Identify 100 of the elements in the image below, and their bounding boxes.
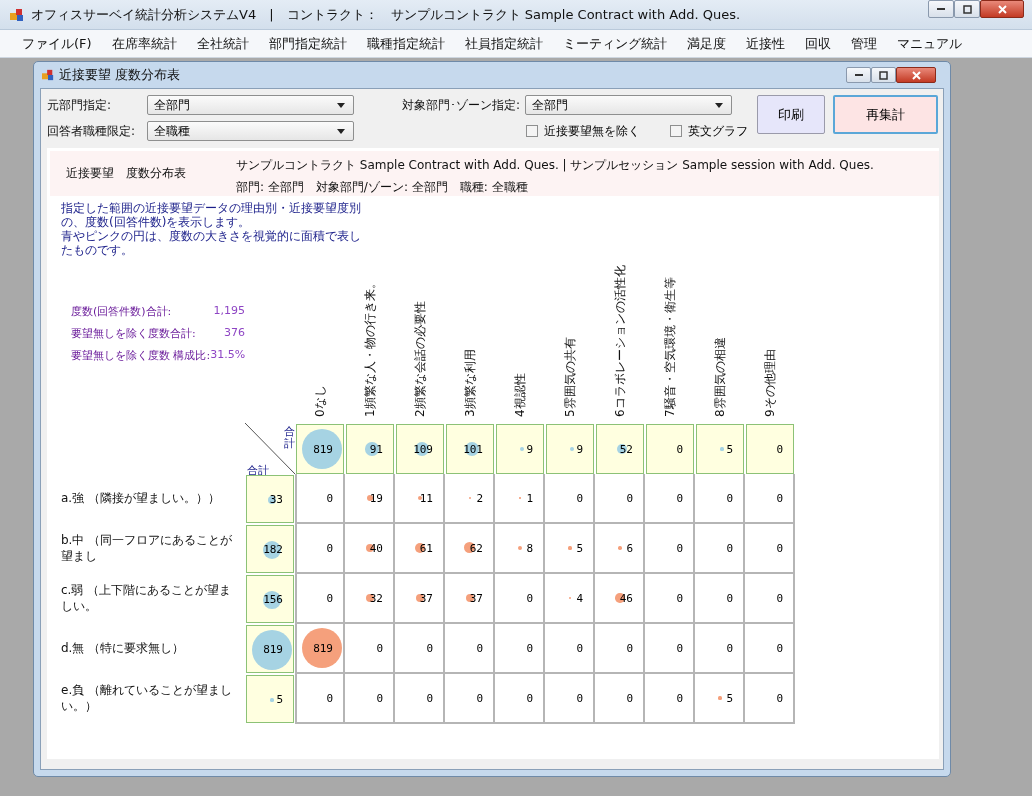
menu-item[interactable]: 満足度 (676, 32, 736, 55)
bubble (302, 429, 342, 469)
field-label: 回答者職種限定: (47, 122, 137, 140)
menu-item[interactable]: 部門指定統計 (258, 32, 357, 55)
close-button[interactable] (980, 0, 1024, 18)
stat-value: 1,195 (212, 304, 245, 319)
row-label: c.弱 （上下階にあることが望ましい。 (61, 582, 233, 615)
dropdown[interactable]: 全部門 (525, 95, 732, 115)
table-cell: 0 (445, 674, 495, 724)
bubble (414, 441, 430, 457)
close-icon (997, 4, 1007, 14)
table-cell: 0 (295, 674, 345, 724)
checkbox[interactable]: 近接要望無を除く (526, 122, 640, 140)
bubble (263, 591, 281, 609)
report-title: 近接要望 度数分布表 (66, 165, 187, 182)
column-header: 4視認性 (513, 373, 527, 417)
table-cell: 9 (546, 424, 594, 474)
table-cell: 0 (695, 624, 745, 674)
bubble (618, 546, 622, 550)
table-cell: 9 (496, 424, 544, 474)
maximize-button[interactable] (954, 0, 980, 18)
close-button[interactable] (896, 67, 936, 83)
dropdown[interactable]: 全職種 (147, 121, 354, 141)
menu-item[interactable]: 近接性 (735, 32, 795, 55)
corner-label: 合計 (283, 426, 294, 450)
column-header: 9その他理由 (763, 349, 777, 417)
menu-item[interactable]: 回収 (794, 32, 841, 55)
table-cell: 62 (445, 524, 495, 574)
menu-item[interactable]: 社員指定統計 (454, 32, 553, 55)
table-cell: 0 (495, 624, 545, 674)
bubble (270, 698, 274, 702)
checkbox[interactable]: 英文グラフ (670, 122, 748, 140)
diagonal-line (245, 423, 295, 474)
table-cell: 19 (345, 474, 395, 524)
button[interactable]: 再集計 (833, 95, 938, 134)
table-cell: 5 (246, 675, 294, 723)
table-cell: 0 (595, 674, 645, 724)
minimize-button[interactable] (928, 0, 954, 18)
column-header: 3頻繁な利用 (463, 349, 477, 417)
table-cell: 0 (695, 524, 745, 574)
table-cell: 32 (345, 574, 395, 624)
table-cell: 8 (495, 524, 545, 574)
stat-value: 31.5% (210, 348, 246, 363)
table-cell: 0 (545, 674, 595, 724)
table-cell: 0 (395, 674, 445, 724)
bubble (302, 628, 342, 668)
window-title: オフィスサーベイ統計分析システムV4 | コントラクト： サンプルコントラクト Sample Contract with Add. Ques. (31, 5, 741, 24)
description-text: 指定した範囲の近接要望データの理由別・近接要望度別の、度数(回答件数)を表示します。 (61, 201, 361, 229)
row-label: d.無 （特に要求無し） (61, 640, 186, 658)
table-cell: 61 (395, 524, 445, 574)
description-text: 青やピンクの円は、度数の大きさを視覚的に面積で表したものです。 (61, 229, 361, 257)
table-cell: 40 (345, 524, 395, 574)
menu-item[interactable]: 全社統計 (186, 32, 259, 55)
table-cell: 109 (396, 424, 444, 474)
menu-item[interactable]: ミーティング統計 (552, 32, 677, 55)
table-cell: 0 (645, 474, 695, 524)
table-cell: 91 (346, 424, 394, 474)
table-cell: 6 (595, 524, 645, 574)
table-cell: 0 (295, 474, 345, 524)
maximize-button[interactable] (871, 67, 896, 83)
menu-item[interactable]: 管理 (840, 32, 887, 55)
bubble (568, 546, 572, 550)
table-cell: 11 (395, 474, 445, 524)
bubble (519, 446, 525, 452)
table-cell: 819 (296, 424, 344, 474)
table-cell: 0 (645, 624, 695, 674)
table-cell: 0 (645, 524, 695, 574)
table-cell: 0 (695, 474, 745, 524)
stat-label: 度数(回答件数)合計: (71, 304, 173, 319)
table-cell: 0 (645, 674, 695, 724)
minimize-button[interactable] (846, 67, 871, 83)
table-cell: 0 (745, 524, 795, 574)
table-cell: 0 (295, 574, 345, 624)
button[interactable]: 印刷 (757, 95, 825, 134)
table-cell: 0 (695, 574, 745, 624)
table-cell: 0 (395, 624, 445, 674)
corner-label: 合計 (247, 465, 269, 476)
stat-value: 376 (223, 326, 245, 341)
table-cell: 0 (295, 524, 345, 574)
caret-icon (715, 102, 723, 108)
caret-icon (337, 128, 345, 134)
menu-item[interactable]: マニュアル (886, 32, 972, 55)
table-cell: 5 (696, 424, 744, 474)
table-cell: 182 (246, 525, 294, 573)
menu-item[interactable]: 職種指定統計 (356, 32, 455, 55)
table-cell: 101 (446, 424, 494, 474)
table-cell: 0 (745, 574, 795, 624)
minimize-icon (937, 8, 945, 10)
table-cell: 0 (495, 674, 545, 724)
bubble (720, 447, 724, 451)
table-cell: 0 (745, 674, 795, 724)
bubble (718, 696, 722, 700)
dropdown[interactable]: 全部門 (147, 95, 354, 115)
menu-item[interactable]: ファイル(F) (12, 32, 102, 55)
table-cell: 0 (645, 574, 695, 624)
bubble (262, 540, 282, 560)
table-cell: 37 (445, 574, 495, 624)
bubble (569, 446, 575, 452)
menu-item[interactable]: 在席率統計 (101, 32, 187, 55)
field-label: 元部門指定: (47, 96, 113, 114)
